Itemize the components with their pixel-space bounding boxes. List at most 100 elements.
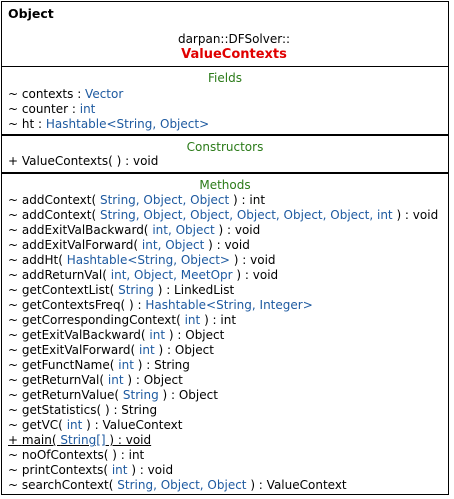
method-row-name: getFunctName( [21,358,119,372]
method-row-name: getStatistics( ) : String [21,403,158,417]
method-row-vis: ~ [8,328,19,342]
method-row-rest: ) : ValueContext [82,418,183,432]
method-row-rest: ) : String [133,358,190,372]
method-row: ~ getStatistics( ) : String [8,403,446,418]
method-row: ~ addHt( Hashtable<String, Object> ) : v… [8,253,446,268]
method-row-vis: ~ [8,358,19,372]
constructors-title: Constructors [186,140,264,154]
fields-title: Fields [208,71,242,85]
method-row: ~ addExitValForward( int, Object ) : voi… [8,238,446,253]
constructor-row-sep: : [121,154,133,168]
field-row-vis: ~ [8,102,19,116]
method-row-vis: ~ [8,388,19,402]
method-row: ~ addExitValBackward( int, Object ) : vo… [8,223,446,238]
method-row-vis: ~ [8,373,19,387]
method-row-rest: ) : Object [158,388,218,402]
method-row-type: String[] [60,433,106,447]
method-row: ~ getContextList( String ) : LinkedList [8,283,446,298]
method-row: ~ getFunctName( int ) : String [8,358,446,373]
constructor-row-name: ValueContexts( ) [21,154,122,168]
method-row: ~ noOfContexts( ) : int [8,448,446,463]
method-row-name: searchContext( [21,478,118,492]
method-row-rest: ) : void [392,208,439,222]
class-name: ValueContexts [181,47,287,62]
method-row: ~ addContext( String, Object, Object, Ob… [8,208,446,223]
method-row-type: int, Object [152,223,215,237]
method-row-name: getExitValBackward( [21,328,150,342]
constructors-list: + ValueContexts( ) : void [8,154,446,169]
fields-list: ~ contexts : Vector ~ counter : int ~ ht :… [8,87,446,132]
method-row-type: Hashtable<String, Object> [66,253,230,267]
method-row-name: getReturnVal( [21,373,108,387]
method-row-vis: ~ [8,253,19,267]
field-row-sep: : [68,102,80,116]
method-row-type: int [184,313,201,327]
method-row-type: int [66,418,83,432]
method-row-vis: + [8,433,19,447]
field-row-sep: : [34,117,46,131]
field-row: ~ contexts : Vector [8,87,446,102]
method-row-type: int [139,343,155,357]
method-row-vis: ~ [8,313,19,327]
method-row: ~ getVC( int ) : ValueContext [8,418,446,433]
field-row-name: counter [21,102,69,116]
class-name-block: darpan::DFSolver:: ValueContexts [2,32,448,63]
method-row: ~ printContexts( int ) : void [8,463,446,478]
divider-constructors [2,134,448,136]
method-row-name: getCorrespondingContext( [21,313,185,327]
method-row-type: String, Object, Object [99,193,230,207]
uml-class-box: Object darpan::DFSolver:: ValueContexts … [1,1,449,495]
method-row-name: addHt( [21,253,67,267]
method-row-type: String, Object, Object [117,478,247,492]
field-row-vis: ~ [8,117,19,131]
method-row-rest: ) : ValueContext [246,478,347,492]
method-row-vis: ~ [8,448,19,462]
method-row-type: int [107,373,124,387]
method-row-rest: ) : void [204,238,250,252]
method-row-vis: ~ [8,208,19,222]
method-row-type: int, Object [141,238,205,252]
field-row-type: Vector [85,87,124,101]
method-row-rest: ) : int [229,193,266,207]
method-row-type: int, Object, MeetOpr [110,268,233,282]
method-row-vis: ~ [8,283,19,297]
method-row: ~ getReturnValue( String ) : Object [8,388,446,403]
method-row: ~ getExitValForward( int ) : Object [8,343,446,358]
method-row-vis: ~ [8,223,19,237]
method-row-name: addContext( [21,208,100,222]
method-row-rest: ) : Object [154,343,214,357]
divider-methods [2,172,448,174]
method-row-vis: ~ [8,268,19,282]
method-row-vis: ~ [8,418,19,432]
class-namespace: darpan::DFSolver:: [177,32,291,46]
method-row: ~ addContext( String, Object, Object ) :… [8,193,446,208]
method-row-name: getExitValForward( [21,343,140,357]
method-row-name: getContextsFreq( ) : [21,298,146,312]
method-row: ~ getCorrespondingContext( int ) : int [8,313,446,328]
constructor-row: + ValueContexts( ) : void [8,154,446,169]
field-row: ~ ht : Hashtable<String, Object> [8,117,446,132]
method-row-name: getVC( [21,418,67,432]
field-row-name: ht [21,117,35,131]
constructor-row-vis: + [8,154,19,168]
method-row-rest: ) : LinkedList [153,283,235,297]
field-row-sep: : [73,87,86,101]
method-row-type: String [118,283,154,297]
methods-title: Methods [199,178,251,192]
method-row-name: main( [21,433,61,447]
field-row-type: Hashtable<String, Object> [45,117,210,131]
method-row-vis: ~ [8,403,19,417]
method-row-type: int [149,328,166,342]
method-row-rest: ) : void [127,463,174,477]
method-row: ~ getExitValBackward( int ) : Object [8,328,446,343]
object-kind-label: Object [8,6,54,21]
method-row-name: addContext( [21,193,100,207]
method-row-type: String [122,388,159,402]
method-row-name: addExitValForward( [21,238,142,252]
method-row-vis: ~ [8,298,19,312]
method-row-rest: ) : Object [165,328,225,342]
method-row-rest: ) : void [232,268,279,282]
method-row-type: String, Object, Object, Object, Object, … [99,208,393,222]
methods-list: ~ addContext( String, Object, Object ) :… [8,193,446,493]
method-row: + main( String[] ) : void [8,433,446,448]
